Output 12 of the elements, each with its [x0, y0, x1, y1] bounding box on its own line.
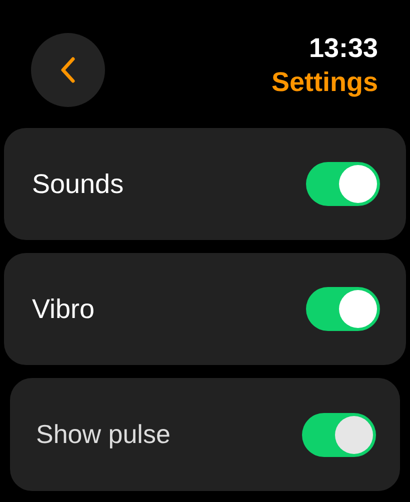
- toggle-switch[interactable]: [306, 287, 380, 331]
- clock-time: 13:33: [308, 32, 378, 65]
- settings-row[interactable]: Show pulse: [10, 378, 400, 491]
- settings-row[interactable]: Vibro: [4, 253, 406, 365]
- screen-title: Settings: [271, 66, 378, 98]
- settings-row[interactable]: Sounds: [4, 128, 406, 240]
- chevron-left-icon: [60, 56, 76, 84]
- toggle-switch[interactable]: [306, 162, 380, 206]
- setting-label: Sounds: [32, 168, 124, 200]
- setting-label: Vibro: [32, 294, 95, 324]
- setting-label: Show pulse: [36, 419, 170, 450]
- toggle-switch[interactable]: [302, 412, 376, 456]
